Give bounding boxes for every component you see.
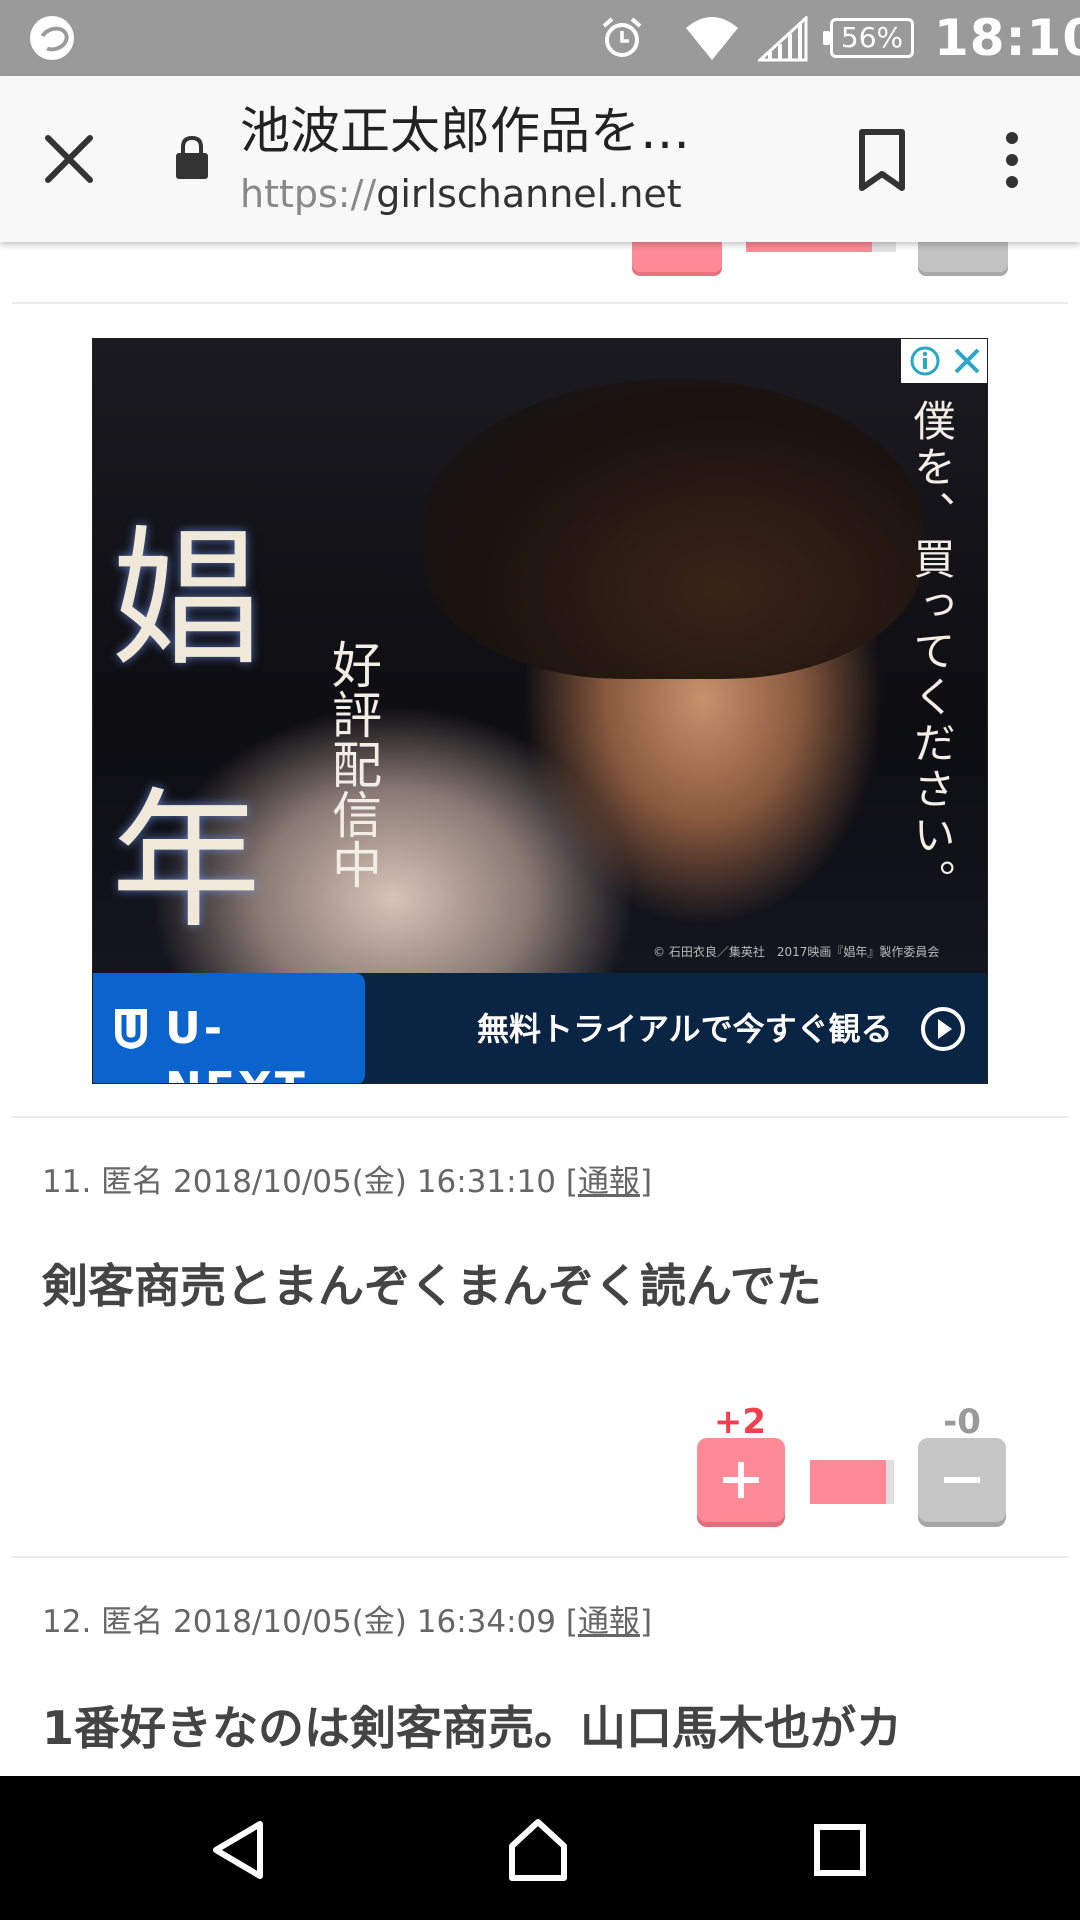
recents-icon[interactable] <box>814 1824 866 1876</box>
page-content: 娼年 好評配信中 僕を、買ってください。 © 石田衣良／集英社 2017映画『娼… <box>0 242 1080 1776</box>
close-icon[interactable] <box>40 130 98 188</box>
report-link[interactable]: 通報 <box>578 1164 640 1200</box>
divider <box>12 1556 1068 1558</box>
home-icon[interactable] <box>506 1818 570 1882</box>
ad-close-icon[interactable] <box>951 345 983 377</box>
clock: 18:10 <box>934 9 1080 67</box>
vote-minus-button[interactable] <box>918 1438 1006 1522</box>
ad-info-icon[interactable] <box>909 345 941 377</box>
vote-plus-button[interactable] <box>697 1438 785 1522</box>
plus-icon <box>723 1462 759 1498</box>
lock-icon <box>176 135 208 179</box>
bookmark-icon[interactable] <box>856 128 908 192</box>
ad-title: 娼年 <box>111 513 262 949</box>
ad-choices[interactable] <box>901 339 987 383</box>
comment-date: 2018/10/05(金) 16:34:09 <box>173 1604 556 1640</box>
comment-body: 剣客商売とまんぞくまんぞく読んでた <box>42 1259 822 1313</box>
signal-icon <box>758 16 808 62</box>
comment-meta: 12. 匿名 2018/10/05(金) 16:34:09 [通報] <box>42 1604 653 1640</box>
app-icon <box>30 16 74 60</box>
comment-author: 匿名 <box>101 1604 164 1640</box>
divider <box>12 302 1068 304</box>
ad-brand-logo: U-NEXT <box>93 973 365 1083</box>
system-nav-bar <box>0 1776 1080 1920</box>
ad-vertical-text: 好評配信中 <box>324 639 382 889</box>
ad-copyright: © 石田衣良／集英社 2017映画『娼年』製作委員会 <box>653 945 940 959</box>
previous-vote-plus-button[interactable] <box>632 242 722 272</box>
previous-vote-minus-button[interactable] <box>918 242 1008 272</box>
play-icon[interactable] <box>919 1005 967 1053</box>
url-host: girlschannel.net <box>376 172 682 216</box>
comment-body: 1番好きなのは剣客商売。山口馬木也がカ <box>42 1701 903 1755</box>
divider <box>12 1116 1068 1118</box>
report-link[interactable]: 通報 <box>578 1604 640 1640</box>
ad-brand-name: U-NEXT <box>165 1003 305 1083</box>
ad-tagline: 僕を、買ってください。 <box>907 399 956 905</box>
vote-ratio-fill <box>810 1460 886 1504</box>
ad-cta[interactable]: 無料トライアルで今すぐ観る <box>477 1001 893 1057</box>
comment-number: 11. <box>42 1164 92 1200</box>
custom-tab-toolbar: 池波正太郎作品を… https://girlschannel.net <box>0 76 1080 242</box>
shield-icon <box>115 1009 147 1049</box>
ad-photo-detail <box>423 379 923 679</box>
comment-date: 2018/10/05(金) 16:31:10 <box>173 1164 556 1200</box>
comment-author: 匿名 <box>101 1164 164 1200</box>
url-scheme: https:// <box>240 172 377 216</box>
minus-icon <box>944 1477 980 1483</box>
vote-ratio-bar <box>810 1460 894 1504</box>
page-title: 池波正太郎作品を… <box>240 102 690 160</box>
previous-vote-ratio-bar <box>746 242 896 252</box>
page-url[interactable]: https://girlschannel.net <box>240 170 682 218</box>
comment-number: 12. <box>42 1604 92 1640</box>
status-bar: 56% 18:10 <box>0 0 1080 76</box>
comment-meta: 11. 匿名 2018/10/05(金) 16:31:10 [通報] <box>42 1164 653 1200</box>
ad-footer[interactable]: U-NEXT 無料トライアルで今すぐ観る <box>93 973 987 1083</box>
wifi-icon <box>686 17 738 60</box>
more-vert-icon[interactable] <box>992 130 1032 190</box>
back-icon[interactable] <box>210 1820 266 1880</box>
alarm-icon <box>602 17 642 57</box>
ad-banner[interactable]: 娼年 好評配信中 僕を、買ってください。 © 石田衣良／集英社 2017映画『娼… <box>92 338 988 1084</box>
battery-icon: 56% <box>823 18 914 58</box>
